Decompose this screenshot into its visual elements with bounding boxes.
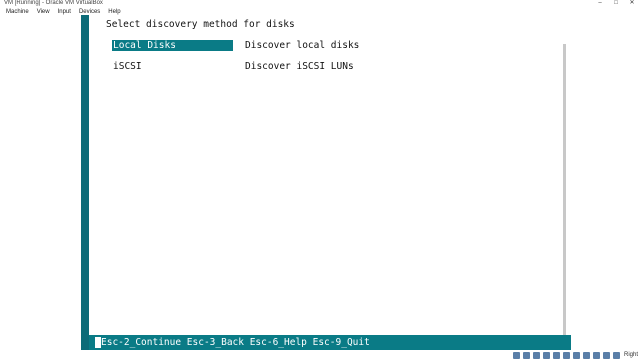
host-key-label: Right (623, 352, 638, 358)
menu-input[interactable]: Input (58, 9, 71, 15)
display-icon[interactable] (572, 351, 580, 359)
page-heading: Select discovery method for disks (106, 19, 295, 30)
menu-view[interactable]: View (37, 9, 50, 15)
function-key-bar: Esc-2_Continue Esc-3_Back Esc-6_Help Esc… (89, 335, 571, 350)
window-titlebar: VM [Running] - Oracle VM VirtualBox – □ … (0, 0, 640, 7)
maximize-button[interactable]: □ (608, 0, 624, 7)
function-key-hints: Esc-2_Continue Esc-3_Back Esc-6_Help Esc… (101, 337, 370, 348)
status-icons: Right (510, 350, 638, 360)
option-label[interactable]: iSCSI (112, 61, 233, 72)
status-bar: Right (0, 350, 640, 360)
window-controls: – □ ✕ (592, 0, 640, 7)
shared-folder-icon[interactable] (562, 351, 570, 359)
menu-help[interactable]: Help (108, 9, 120, 15)
window-title: VM [Running] - Oracle VM VirtualBox (4, 0, 103, 6)
menu-machine[interactable]: Machine (6, 9, 29, 15)
keyboard-icon[interactable] (612, 351, 620, 359)
network-icon[interactable] (542, 351, 550, 359)
option-label[interactable]: Local Disks (112, 40, 233, 51)
cpu-icon[interactable] (592, 351, 600, 359)
minimize-button[interactable]: – (592, 0, 608, 7)
recording-icon[interactable] (582, 351, 590, 359)
option-description: Discover iSCSI LUNs (245, 61, 354, 72)
option-local-disks[interactable]: Local Disks Discover local disks (112, 40, 552, 51)
option-iscsi[interactable]: iSCSI Discover iSCSI LUNs (112, 61, 552, 72)
mouse-integration-icon[interactable] (602, 351, 610, 359)
usb-icon[interactable] (552, 351, 560, 359)
hard-disk-icon[interactable] (512, 351, 520, 359)
vm-screen[interactable]: Select discovery method for disks Local … (81, 15, 571, 350)
option-description: Discover local disks (245, 40, 360, 51)
audio-icon[interactable] (532, 351, 540, 359)
vm-console: Select discovery method for disks Local … (97, 15, 563, 335)
menu-devices[interactable]: Devices (79, 9, 100, 15)
close-button[interactable]: ✕ (624, 0, 640, 7)
optical-drive-icon[interactable] (522, 351, 530, 359)
